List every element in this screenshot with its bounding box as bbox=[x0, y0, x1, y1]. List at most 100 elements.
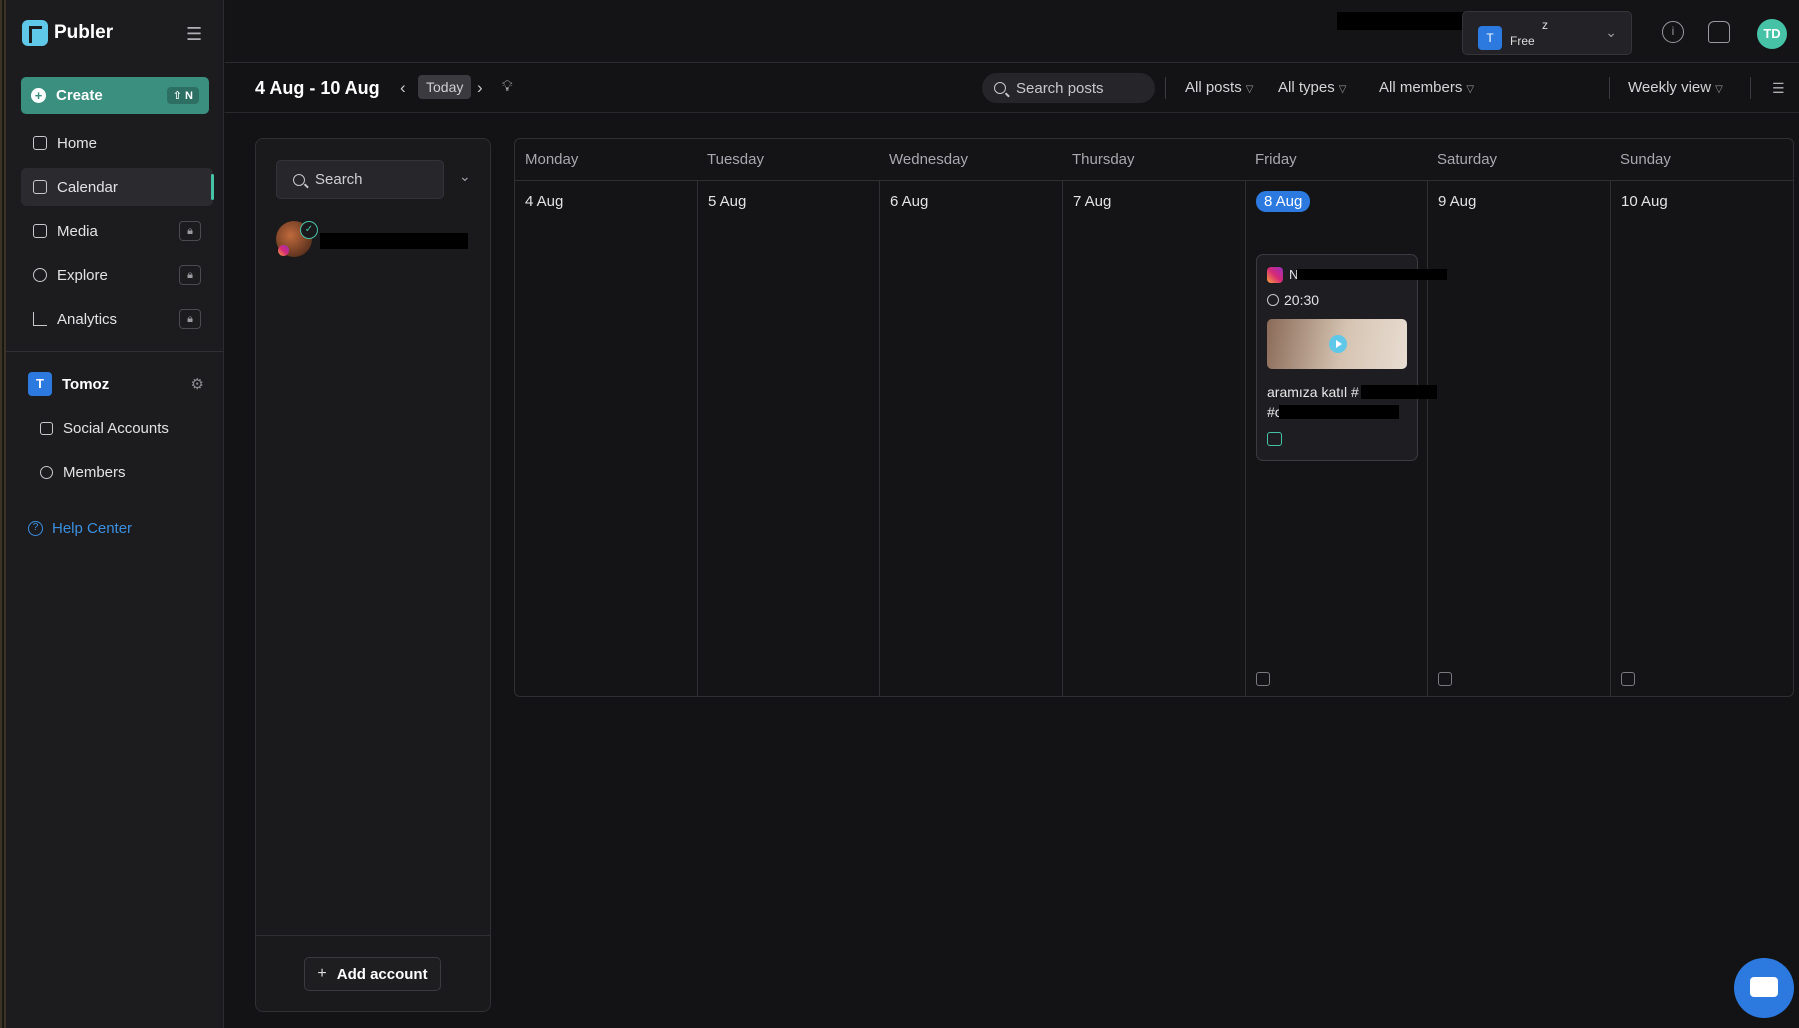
question-icon: ? bbox=[28, 521, 43, 536]
calendar-icon bbox=[33, 180, 47, 194]
add-slot-icon[interactable] bbox=[1438, 672, 1452, 686]
search-placeholder: Search bbox=[315, 171, 363, 188]
next-week-button[interactable]: › bbox=[477, 78, 483, 98]
date-range: 4 Aug - 10 Aug bbox=[255, 78, 380, 98]
filter-all-members[interactable]: All members ▽ bbox=[1379, 79, 1474, 96]
bell-icon[interactable] bbox=[1708, 21, 1730, 43]
weekly-calendar: Monday Tuesday Wednesday Thursday Friday… bbox=[514, 138, 1794, 697]
today-button[interactable]: Today bbox=[418, 75, 472, 99]
sidebar-item-label: Calendar bbox=[57, 178, 118, 196]
chat-support-button[interactable] bbox=[1734, 958, 1794, 1018]
sidebar: Publer ☰ + Create ⇧ N Home Calendar Medi… bbox=[6, 0, 224, 1028]
redacted-block bbox=[320, 233, 468, 249]
day-name: Tuesday bbox=[707, 151, 764, 168]
day-date: 5 Aug bbox=[708, 193, 747, 210]
post-time: 20:30 bbox=[1267, 292, 1319, 308]
post-thumbnail[interactable] bbox=[1267, 319, 1407, 369]
sidebar-item-calendar[interactable]: Calendar bbox=[21, 168, 214, 206]
sliders-icon[interactable]: ☰ bbox=[1772, 80, 1785, 97]
day-date: 10 Aug bbox=[1621, 193, 1668, 210]
workspace-name: Tomoz bbox=[62, 375, 110, 393]
create-button[interactable]: + Create ⇧ N bbox=[21, 77, 209, 114]
main-nav: Home Calendar Media 🔒︎ Explore 🔒︎ Analyt… bbox=[21, 124, 214, 344]
redacted-block bbox=[1297, 269, 1447, 280]
day-date: 7 Aug bbox=[1073, 193, 1112, 210]
prev-week-button[interactable]: ‹ bbox=[400, 78, 406, 98]
search-icon bbox=[293, 173, 305, 186]
image-icon bbox=[33, 224, 47, 238]
lock-icon: 🔒︎ bbox=[179, 221, 201, 241]
add-account-button[interactable]: + Add account bbox=[304, 957, 441, 991]
day-column[interactable]: 6 Aug bbox=[880, 181, 1063, 696]
search-posts-input[interactable]: Search posts bbox=[982, 73, 1155, 103]
workspace-badge: T bbox=[1478, 26, 1502, 50]
sidebar-item-social-accounts[interactable]: Social Accounts bbox=[40, 420, 169, 437]
sidebar-item-label: Social Accounts bbox=[63, 420, 169, 437]
accounts-icon bbox=[40, 422, 53, 435]
filter-label: All posts bbox=[1185, 79, 1242, 96]
chevron-down-icon: ⌄ bbox=[1605, 24, 1617, 40]
panel-divider bbox=[256, 935, 490, 936]
scheduled-post-card[interactable]: N 20:30 aramıza katıl # #c bbox=[1256, 254, 1447, 461]
help-center-label: Help Center bbox=[52, 520, 133, 537]
filter-label: All members bbox=[1379, 79, 1463, 96]
add-slot-icon[interactable] bbox=[1621, 672, 1635, 686]
day-name: Saturday bbox=[1437, 151, 1498, 168]
chevron-down-icon: ▽ bbox=[1466, 84, 1475, 95]
help-center-link[interactable]: ? Help Center bbox=[28, 520, 132, 537]
day-column[interactable]: 10 Aug bbox=[1611, 181, 1793, 696]
add-slot-icon[interactable] bbox=[1256, 672, 1270, 686]
chart-icon bbox=[33, 312, 47, 326]
day-column-today[interactable]: 8 Aug N 20:30 aramıza katıl # #c bbox=[1246, 181, 1447, 696]
publer-logo-icon bbox=[22, 20, 48, 46]
calendar-icon[interactable] bbox=[1267, 432, 1282, 446]
add-account-label: Add account bbox=[336, 965, 428, 983]
chevron-down-icon[interactable]: ⌄ bbox=[459, 168, 471, 185]
info-icon[interactable]: i bbox=[1662, 21, 1684, 43]
day-name: Sunday bbox=[1620, 151, 1671, 168]
workspace-header[interactable]: T Tomoz ⚙ bbox=[28, 372, 204, 396]
calendar-toolbar: 4 Aug - 10 Aug ‹ Today › 💡︎ Search posts… bbox=[225, 64, 1799, 113]
workspace-selector[interactable]: T z Free ⌄ bbox=[1462, 11, 1632, 55]
day-column[interactable]: 4 Aug bbox=[515, 181, 698, 696]
redacted-block bbox=[1279, 405, 1399, 419]
clock-icon bbox=[1267, 294, 1279, 306]
workspace-plan: Free bbox=[1510, 34, 1535, 48]
day-column[interactable]: 9 Aug bbox=[1428, 181, 1611, 696]
sidebar-item-analytics[interactable]: Analytics 🔒︎ bbox=[21, 300, 213, 338]
sidebar-item-home[interactable]: Home bbox=[21, 124, 213, 162]
search-icon bbox=[994, 82, 1006, 94]
members-icon bbox=[40, 466, 53, 479]
plus-icon: + bbox=[317, 965, 327, 982]
sidebar-item-media[interactable]: Media 🔒︎ bbox=[21, 212, 213, 250]
compass-icon bbox=[33, 268, 47, 282]
sidebar-item-label: Explore bbox=[57, 266, 108, 284]
avatar[interactable]: TD bbox=[1757, 19, 1787, 49]
lightbulb-icon[interactable]: 💡︎ bbox=[502, 78, 513, 95]
collapse-sidebar-icon[interactable]: ☰ bbox=[186, 24, 202, 45]
logo[interactable]: Publer bbox=[22, 20, 113, 46]
day-column[interactable]: 5 Aug bbox=[698, 181, 880, 696]
filter-all-types[interactable]: All types ▽ bbox=[1278, 79, 1346, 96]
day-date: 6 Aug bbox=[890, 193, 929, 210]
gear-icon[interactable]: ⚙ bbox=[191, 375, 204, 393]
account-search-input[interactable]: Search bbox=[276, 160, 444, 199]
lock-icon: 🔒︎ bbox=[179, 309, 201, 329]
workspace-badge: T bbox=[28, 372, 52, 396]
plus-icon: + bbox=[31, 88, 46, 103]
divider bbox=[1165, 77, 1166, 99]
sidebar-item-members[interactable]: Members bbox=[40, 464, 126, 481]
divider bbox=[1750, 77, 1751, 99]
lock-icon: 🔒︎ bbox=[179, 265, 201, 285]
filter-all-posts[interactable]: All posts ▽ bbox=[1185, 79, 1253, 96]
day-column[interactable]: 7 Aug bbox=[1063, 181, 1246, 696]
check-icon: ✓ bbox=[300, 221, 318, 239]
filter-label: All types bbox=[1278, 79, 1335, 96]
divider bbox=[1609, 77, 1610, 99]
accounts-panel: Search ⌄ ✓ + Add account bbox=[255, 138, 491, 1012]
view-selector[interactable]: Weekly view ▽ bbox=[1628, 79, 1723, 96]
top-bar: T z Free ⌄ i TD bbox=[225, 0, 1799, 63]
sidebar-item-explore[interactable]: Explore 🔒︎ bbox=[21, 256, 213, 294]
redacted-block bbox=[1361, 385, 1437, 399]
sidebar-divider bbox=[6, 351, 223, 352]
